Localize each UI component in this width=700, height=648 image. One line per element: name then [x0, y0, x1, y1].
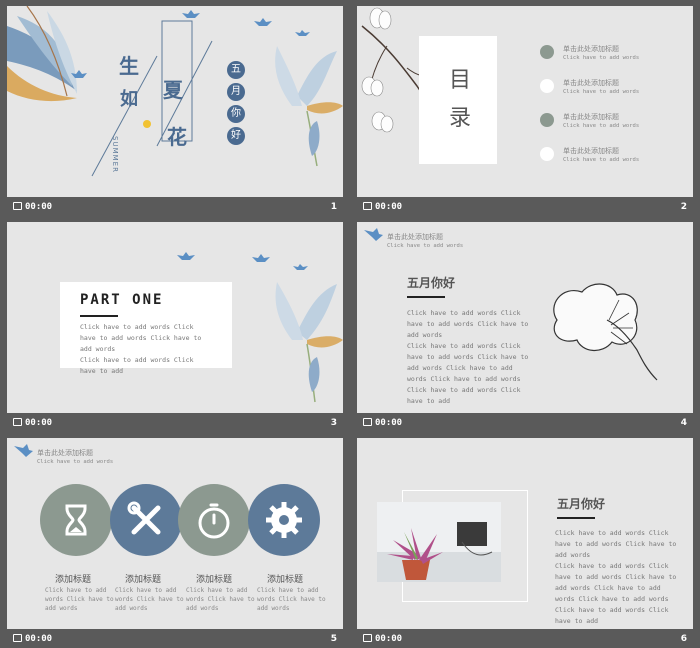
toc-title-char-1: 目: [449, 68, 472, 93]
slide-1-bar: 00:00 1: [7, 198, 343, 216]
slide-1-number: 1: [330, 202, 337, 212]
toc-item-4-sub: Click have to add words: [563, 157, 640, 163]
slide-5-timing: 00:00: [13, 634, 52, 644]
icon-circle-2: [110, 484, 182, 556]
col-3-text: Click have to add words Click have to add …: [186, 587, 255, 612]
slide-4-number: 4: [680, 418, 687, 428]
toc-bullet-2: [540, 79, 554, 93]
slide-6-bar: 00:00 6: [357, 630, 693, 648]
toc-bullet-4: [540, 147, 554, 161]
title-underline: [557, 517, 595, 519]
body-text: Click have to add words Click have to add…: [555, 529, 677, 625]
toc-item-3-sub: Click have to add words: [563, 123, 640, 129]
toc-bullet-3: [540, 113, 554, 127]
toc-bullet-1: [540, 45, 554, 59]
toc-item-1-title: 单击此处添加标题: [563, 45, 619, 53]
toc-item-2-sub: Click have to add words: [563, 89, 640, 95]
col-1-text: Click have to add words Click have to add …: [45, 587, 114, 612]
stopwatch-icon: [198, 503, 230, 539]
timer-icon: [363, 634, 372, 642]
tools-icon: [127, 501, 161, 535]
toc-item-3-title: 单击此处添加标题: [563, 113, 619, 121]
slide-5-bar: 00:00 5: [7, 630, 343, 648]
side-char-2: 月: [227, 83, 245, 101]
title-char-2: 如: [120, 89, 138, 110]
butterfly-icon: [14, 444, 33, 457]
col-2-text: Click have to add words Click have to add …: [115, 587, 184, 612]
slide-2-timing: 00:00: [363, 202, 402, 212]
col-1-label: 添加标题: [55, 575, 92, 585]
summer-label: SUMMER: [111, 136, 119, 173]
slide-4-bar: 00:00 4: [357, 414, 693, 432]
title-char-4: 花: [167, 125, 187, 149]
slide-5-number: 5: [330, 634, 337, 644]
side-char-4: 好: [227, 127, 245, 145]
timer-icon: [363, 418, 372, 426]
section-title: 五月你好: [407, 276, 456, 290]
col-3-label: 添加标题: [196, 575, 233, 585]
title-underline: [80, 315, 118, 317]
slide-3-bar: 00:00 3: [7, 414, 343, 432]
cotton-sketch-illustration: [553, 283, 658, 381]
header-subtitle: Click have to add words: [37, 459, 114, 465]
slide-3-timing: 00:00: [13, 418, 52, 428]
slide-1-thumbnail[interactable]: 生 如 夏 花 SUMMER 五 月 你 好: [7, 6, 343, 197]
butterfly-icon: [364, 228, 383, 241]
title-underline: [407, 296, 445, 298]
col-4-text: Click have to add words Click have to add …: [257, 587, 326, 612]
title-char-3: 夏: [163, 78, 183, 102]
part-one-card: PART ONE Click have to add words Click ha…: [60, 282, 232, 375]
slide-3-number: 3: [330, 418, 337, 428]
timer-icon: [13, 418, 22, 426]
body-text: Click have to add words Click have to add…: [407, 309, 529, 405]
toc-item-1-sub: Click have to add words: [563, 55, 640, 61]
timer-icon: [363, 202, 372, 210]
toc-item-4-title: 单击此处添加标题: [563, 147, 619, 155]
col-2-label: 添加标题: [125, 575, 162, 585]
side-char-3: 你: [227, 105, 245, 123]
slide-3-thumbnail[interactable]: PART ONE Click have to add words Click ha…: [7, 222, 343, 413]
slide-6-thumbnail[interactable]: 五月你好 Click have to add words Click have t…: [357, 438, 693, 629]
toc-title-char-2: 录: [449, 106, 472, 131]
slide-2-thumbnail[interactable]: 目 录 单击此处添加标题 Click have to add words 单击此…: [357, 6, 693, 197]
header-title: 单击此处添加标题: [387, 233, 443, 241]
gear-icon: [266, 502, 302, 538]
part-title: PART ONE: [80, 292, 164, 308]
slide-4-thumbnail[interactable]: 单击此处添加标题 Click have to add words 五月你好 Cl…: [357, 222, 693, 413]
slide-6-timing: 00:00: [363, 634, 402, 644]
icon-circle-1: [40, 484, 112, 556]
slide-6-number: 6: [680, 634, 687, 644]
slide-2-number: 2: [680, 202, 687, 212]
header-title: 单击此处添加标题: [37, 449, 93, 457]
part-body: Click have to add words Click have to add…: [80, 323, 202, 375]
slide-1-timing: 00:00: [13, 202, 52, 212]
timer-icon: [13, 634, 22, 642]
icon-circle-4: [248, 484, 320, 556]
toc-panel: 目 录: [419, 36, 497, 164]
icon-circle-3: [178, 484, 250, 556]
slide-4-timing: 00:00: [363, 418, 402, 428]
slide-5-thumbnail[interactable]: 单击此处添加标题 Click have to add words 添加标题 Cl…: [7, 438, 343, 629]
header-subtitle: Click have to add words: [387, 243, 464, 249]
toc-item-2-title: 单击此处添加标题: [563, 79, 619, 87]
plant-photo: [377, 502, 501, 582]
col-4-label: 添加标题: [267, 575, 304, 585]
side-char-1: 五: [227, 61, 245, 79]
timer-icon: [13, 202, 22, 210]
slide-2-bar: 00:00 2: [357, 198, 693, 216]
hourglass-icon: [65, 504, 87, 536]
title-char-1: 生: [119, 54, 139, 78]
section-title: 五月你好: [557, 497, 606, 511]
